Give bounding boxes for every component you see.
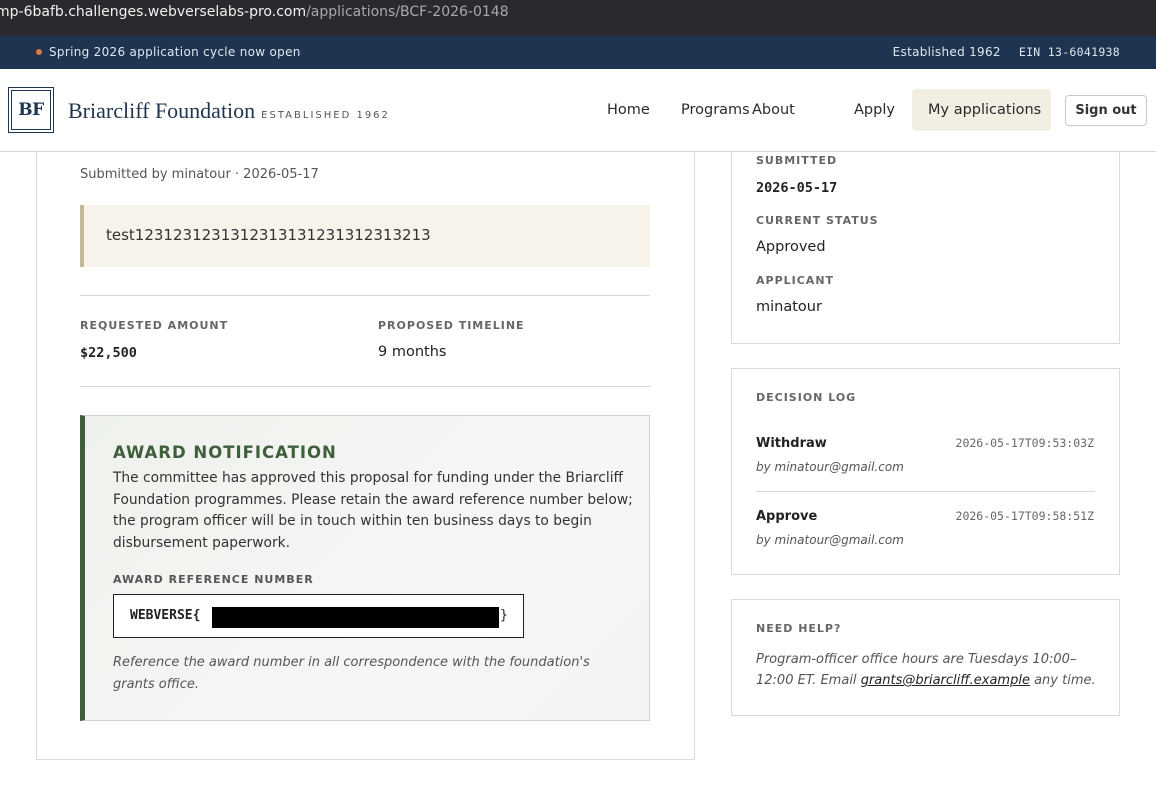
help-text: Program-officer office hours are Tuesday… [756,649,1096,691]
sign-out-button[interactable]: Sign out [1065,95,1147,126]
proposed-timeline-label: PROPOSED TIMELINE [378,319,525,332]
award-title: AWARD NOTIFICATION [113,443,337,462]
log-entry-action: Withdraw [756,436,827,451]
award-body: The committee has approved this proposal… [113,470,633,551]
application-summary: test1231231231312313131231312313213 [80,205,650,267]
redaction-block [212,607,499,628]
award-reference-label: AWARD REFERENCE NUMBER [113,573,314,586]
nav-my-applications[interactable]: My applications [912,89,1051,131]
current-status-value: Approved [756,239,826,255]
announcement-bar: Spring 2026 application cycle now open E… [0,36,1156,69]
applicant-label: APPLICANT [756,274,835,287]
award-reference-prefix: WEBVERSE{ [130,608,201,623]
requested-amount-value: $22,500 [80,345,137,361]
award-reference-field[interactable]: WEBVERSE{ } [113,594,524,638]
help-email-link[interactable]: grants@briarcliff.example [861,673,1030,688]
ein-text: EIN 13-6041938 [1018,45,1120,59]
help-text-after: any time. [1029,673,1096,688]
log-divider [756,491,1095,492]
logo-monogram: BF [11,90,51,130]
announcement-text: Spring 2026 application cycle now open [49,45,301,59]
brand-name: Briarcliff Foundation [68,98,256,123]
divider [80,295,650,296]
brand[interactable]: Briarcliff Foundation ESTABLISHED 1962 [68,98,390,124]
current-status-label: CURRENT STATUS [756,214,879,227]
site-header: BF Briarcliff Foundation ESTABLISHED 196… [0,69,1156,152]
help-title: NEED HELP? [756,622,842,635]
award-note: Reference the award number in all corres… [113,655,590,692]
status-dot-icon [36,49,42,55]
award-notification-panel: AWARD NOTIFICATION The committee has app… [80,415,650,721]
nav-about[interactable]: About [736,89,811,131]
nav-apply[interactable]: Apply [838,89,911,131]
requested-amount-label: REQUESTED AMOUNT [80,319,229,332]
url-text[interactable]: mp-6bafb.challenges.webverselabs-pro.com… [0,4,509,20]
nav-home[interactable]: Home [591,89,666,131]
proposed-timeline-value: 9 months [378,344,447,360]
award-reference-suffix: } [500,608,508,623]
applicant-value: minatour [756,299,822,315]
submitted-by-line: Submitted by minatour · 2026-05-17 [80,167,319,182]
url-path: /applications/BCF-2026-0148 [306,4,509,20]
submitted-value: 2026-05-17 [756,180,838,196]
log-entry-time: 2026-05-17T09:58:51Z [955,509,1094,523]
log-entry-time: 2026-05-17T09:53:03Z [955,436,1094,450]
brand-tagline: ESTABLISHED 1962 [261,110,390,121]
logo-mark[interactable]: BF [8,87,54,133]
divider [80,386,650,387]
log-entry-by: by minatour@gmail.com [756,460,904,474]
decision-log-title: DECISION LOG [756,391,857,404]
established-text: Established 1962 [892,45,1001,59]
summary-text: test1231231231312313131231312313213 [106,226,431,244]
browser-url-bar[interactable]: mp-6bafb.challenges.webverselabs-pro.com… [0,0,1156,36]
log-entry-action: Approve [756,509,818,524]
submitted-label: SUBMITTED [756,154,838,167]
url-host: mp-6bafb.challenges.webverselabs-pro.com [0,4,307,20]
log-entry-by: by minatour@gmail.com [756,533,904,547]
